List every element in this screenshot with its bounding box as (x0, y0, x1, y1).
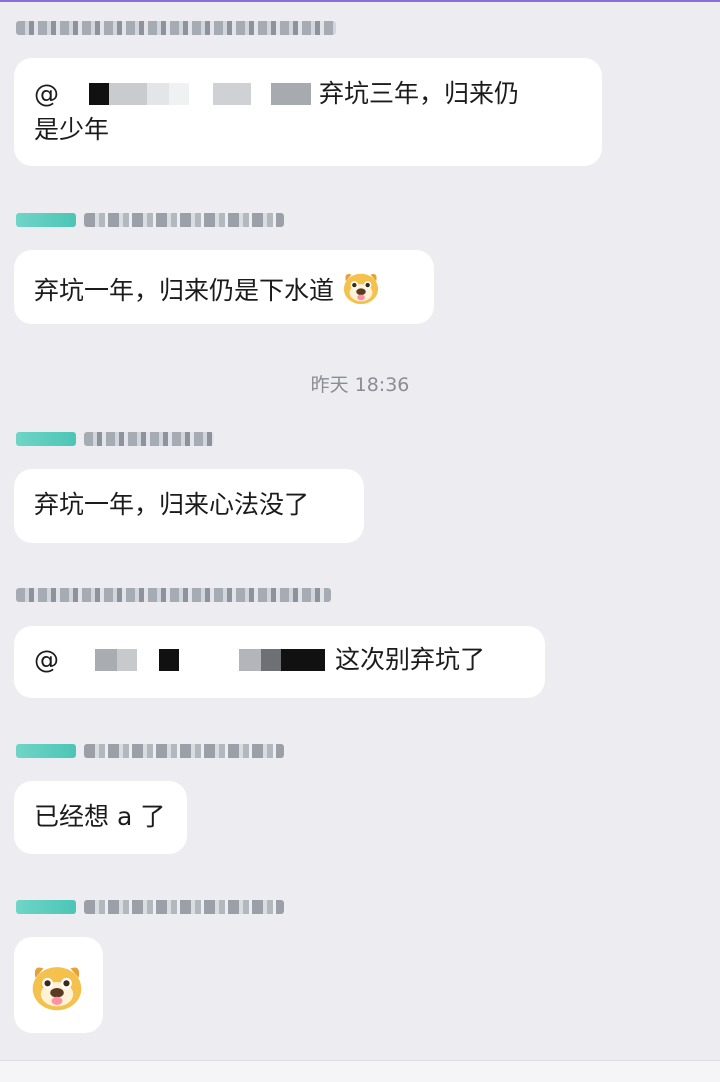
sender-name (16, 897, 284, 917)
mention-spacer (59, 83, 89, 105)
message-text: 弃坑一年，归来仍是下水道 (34, 276, 335, 305)
blurred-sender-name (84, 900, 284, 914)
message-bubble[interactable]: 已经想 a 了 (14, 781, 187, 854)
sender-name (16, 429, 214, 449)
mention-line: @ 弃坑三年，归来仍 (34, 76, 582, 112)
sender-name (16, 18, 336, 38)
message-text: 弃坑一年，归来心法没了 (34, 490, 310, 519)
message-bubble[interactable]: @ 弃坑三年，归来仍 是少年 (14, 58, 602, 166)
message-text-line2: 是少年 (34, 115, 110, 144)
member-badge (16, 213, 76, 227)
sticker-bubble[interactable] (14, 937, 103, 1033)
member-badge (16, 432, 76, 446)
sender-name (16, 210, 284, 230)
member-badge (16, 900, 76, 914)
blurred-mention-name (95, 649, 117, 671)
message-text: 已经想 a 了 (34, 802, 166, 831)
blurred-sender-name (84, 744, 284, 758)
timestamp: 昨天 18:36 (310, 374, 410, 396)
sender-name (16, 585, 331, 605)
dog-face-sticker-icon (30, 959, 84, 1023)
blurred-sender-name (16, 588, 331, 602)
mention-symbol: @ (34, 79, 59, 108)
input-bar[interactable] (0, 1060, 720, 1082)
mention-symbol: @ (34, 645, 59, 674)
blurred-sender-name (84, 213, 284, 227)
message-bubble[interactable]: @ 这次别弃坑了 (14, 626, 545, 698)
mention-line: @ 这次别弃坑了 (34, 642, 525, 678)
chat-message-list[interactable]: @ 弃坑三年，归来仍 是少年 弃坑一年，归来仍是下水道 昨天 18:36 弃坑一… (0, 0, 720, 1060)
blurred-mention-name (89, 83, 109, 105)
message-text: 弃坑三年，归来仍 (319, 79, 520, 108)
message-bubble[interactable]: 弃坑一年，归来仍是下水道 (14, 250, 434, 324)
dog-face-emoji-icon (342, 268, 380, 316)
message-bubble[interactable]: 弃坑一年，归来心法没了 (14, 469, 364, 543)
member-badge (16, 744, 76, 758)
blurred-sender-name (16, 21, 336, 35)
message-text: 这次别弃坑了 (335, 645, 486, 674)
blurred-sender-name (84, 432, 214, 446)
sender-name (16, 741, 284, 761)
